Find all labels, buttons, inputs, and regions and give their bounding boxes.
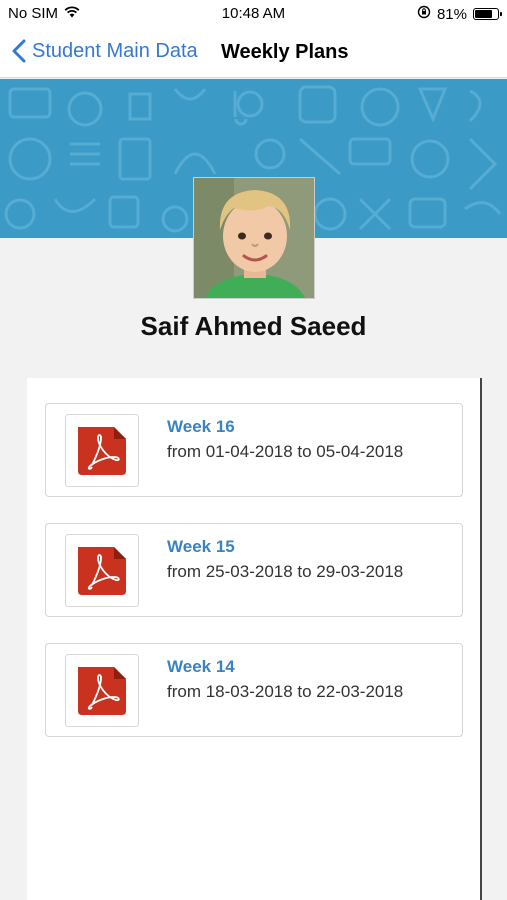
student-name: Saif Ahmed Saeed (140, 311, 367, 341)
status-bar: No SIM 10:48 AM 81% (0, 0, 507, 28)
student-avatar (193, 177, 315, 299)
orientation-lock-icon (417, 5, 431, 23)
battery-icon (473, 8, 502, 20)
pdf-icon (65, 414, 139, 487)
week-date-range: from 25-03-2018 to 29-03-2018 (167, 562, 404, 581)
weekly-plans-list: Week 16 from 01-04-2018 to 05-04-2018 We… (27, 378, 482, 900)
page-title: Weekly Plans (221, 41, 349, 63)
status-right: 81% (417, 5, 502, 23)
week-date-range: from 01-04-2018 to 05-04-2018 (167, 442, 404, 461)
back-button-label: Student Main Data (32, 39, 198, 62)
battery-percent: 81% (436, 5, 467, 23)
week-title: Week 14 (167, 657, 235, 676)
back-button[interactable]: Student Main Data (12, 39, 198, 63)
chevron-left-icon (12, 39, 26, 63)
plan-item-week-16[interactable]: Week 16 from 01-04-2018 to 05-04-2018 (45, 403, 463, 497)
plan-item-week-15[interactable]: Week 15 from 25-03-2018 to 29-03-2018 (45, 523, 463, 617)
week-title: Week 15 (167, 537, 235, 556)
navigation-bar: Student Main Data Weekly Plans (0, 28, 507, 78)
plan-item-week-14[interactable]: Week 14 from 18-03-2018 to 22-03-2018 (45, 643, 463, 737)
pdf-icon (65, 654, 139, 727)
battery-fill (475, 10, 492, 18)
week-title: Week 16 (167, 417, 235, 436)
pdf-icon (65, 534, 139, 607)
week-date-range: from 18-03-2018 to 22-03-2018 (167, 682, 404, 701)
